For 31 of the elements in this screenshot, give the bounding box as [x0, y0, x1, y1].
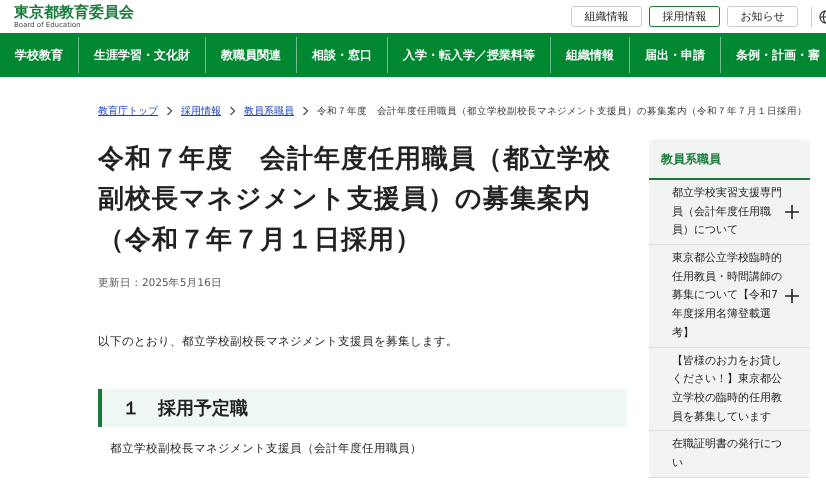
chevron-right-icon — [302, 106, 309, 116]
sidebar-heading: 教員系職員 — [649, 139, 810, 180]
section-text: 都立学校副校長マネジメント支援員（会計年度任用職員） — [110, 440, 423, 456]
section-heading: １ 採用予定職 — [98, 388, 627, 427]
sidebar-link[interactable]: 在職証明書の発行につい — [672, 435, 784, 473]
breadcrumb-current: 令和７年度 会計年度任用職員（都立学校副校長マネジメント支援員）の募集案内（令和７年７月１日採用） — [317, 104, 807, 118]
nav-menu-item[interactable]: 組織情報 — [550, 37, 629, 73]
updated-date: 更新日：2025年5月16日 — [98, 276, 223, 290]
nav-menu-item[interactable]: 教職員関連 — [205, 37, 296, 73]
breadcrumb-link[interactable]: 教育庁トップ — [98, 104, 158, 118]
plus-icon[interactable] — [785, 288, 799, 303]
chevron-right-icon — [229, 106, 236, 116]
plus-icon[interactable] — [785, 205, 799, 220]
breadcrumb-link[interactable]: 採用情報 — [181, 104, 221, 118]
header-link-button[interactable]: お知らせ — [727, 6, 798, 27]
breadcrumb-link[interactable]: 教員系職員 — [244, 104, 294, 118]
nav-menu-item[interactable]: 相談・窓口 — [296, 37, 387, 73]
site-logo[interactable]: 東京都教育委員会 — [14, 4, 134, 20]
intro-text: 以下のとおり、都立学校副校長マネジメント支援員を募集します。 — [98, 334, 459, 349]
nav-menu-item[interactable]: 学校教育 — [0, 37, 78, 73]
header-link-button[interactable]: 組織情報 — [571, 6, 642, 27]
nav-menu-item[interactable]: 届出・申請 — [629, 37, 720, 73]
sidebar-link[interactable]: 都立学校実習支援専門員（会計年度任用職員）について — [672, 184, 784, 240]
header-link-button[interactable]: 採用情報 — [649, 6, 720, 27]
sidebar-link[interactable]: 東京都公立学校臨時的任用教員・時間講師の募集について【令和7年度採用名簿登載選考】 — [672, 249, 784, 342]
chevron-right-icon — [166, 106, 173, 116]
nav-menu-item[interactable]: 生涯学習・文化財 — [78, 37, 205, 73]
nav-menu-item[interactable]: 条例・計画・審 — [720, 37, 826, 73]
page-title: 令和７年度 会計年度任用職員（都立学校副校長マネジメント支援員）の募集案内（令和７年７月１日採用） — [98, 143, 612, 257]
nav-menu-item[interactable]: 入学・転入学／授業料等 — [387, 37, 550, 73]
sidebar-link[interactable]: 【皆様のお力をお貸しください！】東京都公立学校の臨時的任用教員を募集しています — [672, 352, 784, 426]
